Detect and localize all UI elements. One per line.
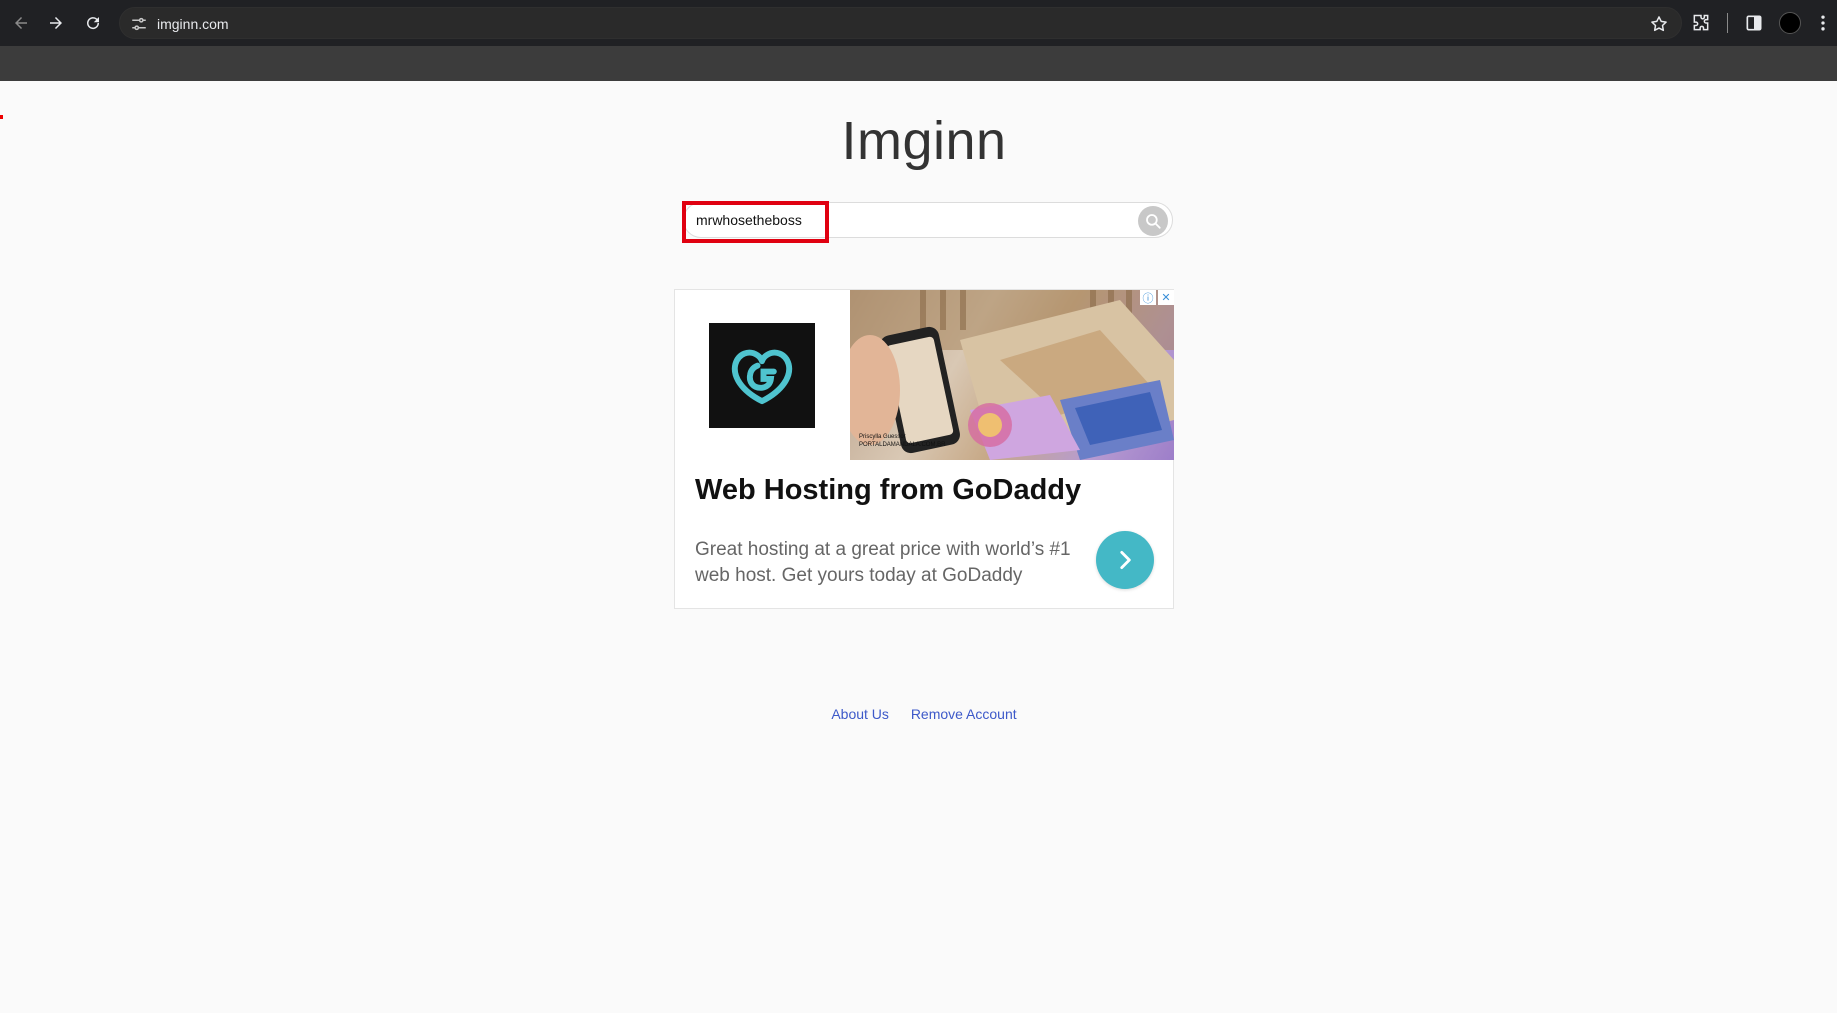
browser-toolbar: imginn.com [0, 0, 1837, 46]
ad-image-caption-line2: PORTALDAMANDALA.COM.BR [859, 441, 946, 448]
ad-image-caption: Priscylla Guessor PORTALDAMANDALA.COM.BR [859, 434, 945, 450]
remove-account-link[interactable]: Remove Account [911, 706, 1017, 722]
search-input[interactable] [684, 203, 1124, 237]
ad-cta-button[interactable] [1096, 531, 1154, 589]
back-arrow-icon[interactable] [7, 9, 35, 37]
toolbar-separator [1727, 13, 1728, 33]
about-us-link[interactable]: About Us [831, 706, 889, 722]
forward-arrow-icon[interactable] [42, 9, 70, 37]
profile-avatar[interactable] [1779, 12, 1801, 34]
extensions-puzzle-icon[interactable] [1689, 11, 1713, 35]
chevron-right-icon [1120, 551, 1131, 569]
ad-headline[interactable]: Web Hosting from GoDaddy [695, 474, 1081, 507]
more-vert-icon[interactable] [1816, 11, 1830, 35]
reload-icon[interactable] [79, 9, 107, 37]
search-icon[interactable] [1138, 206, 1168, 236]
godaddy-logo-icon[interactable] [709, 323, 815, 428]
page-title: Imginn [841, 111, 1007, 171]
ad-badges: ⓘ ✕ [1140, 290, 1174, 305]
search-bar[interactable] [683, 202, 1173, 238]
footer: About Us Remove Account [0, 706, 1837, 722]
ad-body-text[interactable]: Great hosting at a great price with worl… [695, 537, 1075, 589]
bookmark-star-icon[interactable] [1649, 14, 1669, 34]
browser-chrome: imginn.com [0, 0, 1837, 81]
ad-close-icon[interactable]: ✕ [1158, 290, 1174, 305]
ad-info-icon[interactable]: ⓘ [1140, 290, 1156, 305]
ad-image[interactable]: Priscylla Guessor PORTALDAMANDALA.COM.BR… [850, 290, 1174, 460]
address-url[interactable]: imginn.com [157, 16, 229, 32]
side-panel-icon[interactable] [1742, 11, 1766, 35]
ad-card[interactable]: Priscylla Guessor PORTALDAMANDALA.COM.BR… [674, 289, 1174, 609]
address-bar[interactable]: imginn.com [119, 7, 1682, 39]
ad-image-caption-line1: Priscylla Guessor [859, 434, 906, 440]
site-settings-icon[interactable] [130, 15, 148, 33]
